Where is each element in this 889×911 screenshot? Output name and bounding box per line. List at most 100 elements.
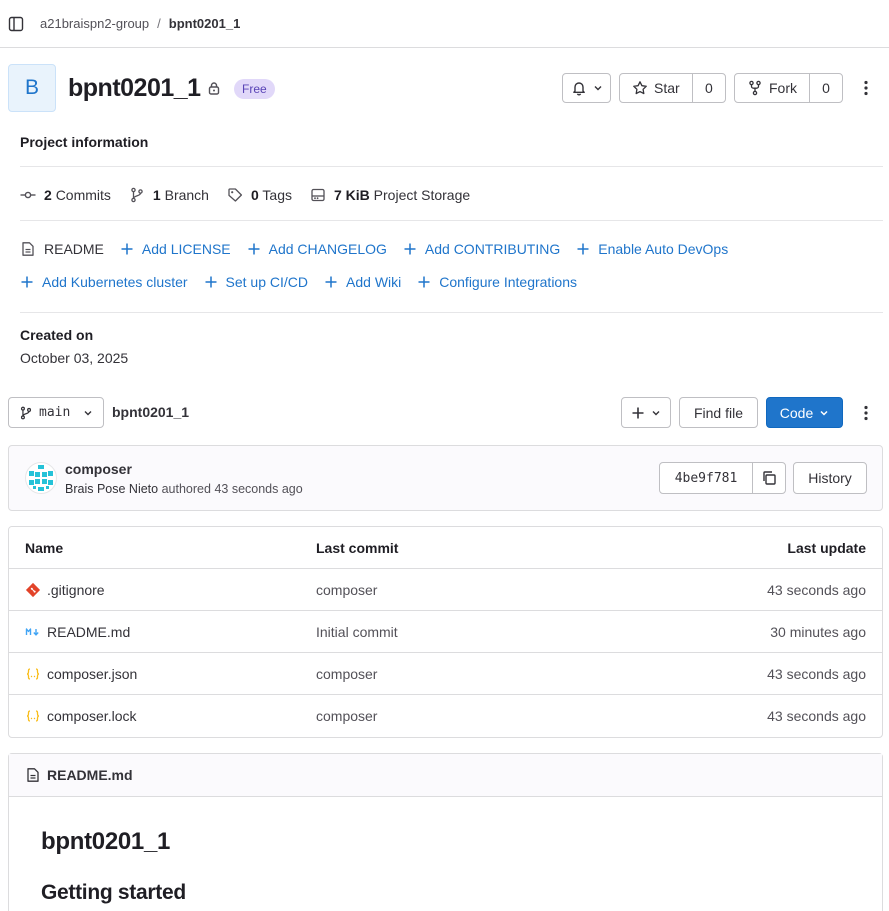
table-row[interactable]: README.md Initial commit 30 minutes ago [9,611,882,653]
add-changelog-link[interactable]: Add CHANGELOG [247,241,387,257]
divider [20,312,883,313]
table-row[interactable]: composer.json composer 43 seconds ago [9,653,882,695]
last-commit-panel: composer Brais Pose Nieto authored 43 se… [8,445,883,511]
file-last-commit-link[interactable]: composer [316,666,642,682]
add-kubernetes-label: Add Kubernetes cluster [42,274,188,290]
star-icon [632,80,648,96]
name-column-header: Name [25,539,64,556]
file-name-link[interactable]: .gitignore [47,582,105,598]
storage-label: Project Storage [373,187,471,203]
add-contributing-label: Add CONTRIBUTING [424,241,561,257]
branch-icon [19,406,33,420]
add-to-tree-button[interactable] [621,397,671,428]
enable-auto-devops-link[interactable]: Enable Auto DevOps [576,241,728,257]
plus-icon [247,242,261,256]
add-contributing-link[interactable]: Add CONTRIBUTING [403,241,560,257]
add-wiki-label: Add Wiki [346,274,402,290]
configure-integrations-label: Configure Integrations [439,274,578,290]
file-last-commit-link[interactable]: Initial commit [316,624,642,640]
notification-button[interactable] [562,73,611,103]
add-kubernetes-link[interactable]: Add Kubernetes cluster [20,274,188,290]
author-avatar[interactable] [25,462,57,494]
fork-action[interactable]: Fork [735,74,810,102]
commit-title-link[interactable]: composer [65,461,132,477]
fork-count[interactable]: 0 [810,80,842,96]
file-name-link[interactable]: composer.lock [47,708,136,724]
branches-count: 1 [152,187,161,203]
file-last-commit-link[interactable]: composer [316,708,642,724]
commit-author-link[interactable]: Brais Pose Nieto [65,482,158,496]
readme-link-label: README [44,241,104,257]
branch-selector[interactable]: main [8,397,104,428]
branch-name: main [39,405,71,420]
top-bar: a21braispn2-group / bpnt0201_1 [0,0,889,48]
breadcrumb-project-link[interactable]: bpnt0201_1 [169,16,241,32]
chevron-down-icon [819,408,829,418]
file-last-update: 43 seconds ago [767,708,866,724]
file-name-link[interactable]: composer.json [47,666,137,682]
table-row[interactable]: .gitignore composer 43 seconds ago [9,569,882,611]
star-count[interactable]: 0 [693,80,725,96]
file-table-header: Name Last commit Last update [9,527,882,569]
commits-stat[interactable]: 2 Commits [20,187,111,203]
tag-icon [227,187,243,203]
project-stats: 2 Commits 1 Branch 0 Tags 7 KiB Project … [20,187,470,203]
readme-filename-link[interactable]: README.md [47,767,133,783]
repo-more-actions-icon[interactable] [858,405,874,421]
history-button[interactable]: History [793,462,867,494]
fork-button[interactable]: Fork 0 [734,73,843,103]
git-file-icon [25,582,41,598]
code-dropdown-button[interactable]: Code [766,397,843,428]
star-button[interactable]: Star 0 [619,73,726,103]
commit-icon [20,187,36,203]
project-links-row-1: README Add LICENSE Add CHANGELOG Add CON… [20,241,728,257]
branches-stat[interactable]: 1 Branch [129,187,209,203]
project-information-title: Project information [20,134,149,150]
bell-icon [571,80,587,96]
fork-icon [747,80,763,96]
plus-icon [20,275,34,289]
repo-path-link[interactable]: bpnt0201_1 [112,404,189,420]
commit-sha-link[interactable]: 4be9f781 [660,463,753,493]
enable-auto-devops-label: Enable Auto DevOps [598,241,729,257]
project-avatar[interactable]: B [8,64,56,112]
json-icon [25,708,41,724]
divider [20,220,883,221]
storage-icon [310,187,326,203]
readme-heading-1: bpnt0201_1 [41,828,171,855]
readme-link[interactable]: README [20,241,104,257]
add-license-link[interactable]: Add LICENSE [120,241,231,257]
file-last-update: 43 seconds ago [767,665,866,682]
created-on-date: October 03, 2025 [20,350,129,366]
more-actions-icon[interactable] [858,80,874,96]
setup-cicd-label: Set up CI/CD [225,274,309,290]
file-last-commit-link[interactable]: composer [316,582,642,598]
sidebar-toggle-icon[interactable] [8,16,24,32]
table-row[interactable]: composer.lock composer 43 seconds ago [9,695,882,737]
storage-stat[interactable]: 7 KiB Project Storage [310,187,470,203]
setup-cicd-link[interactable]: Set up CI/CD [204,274,308,290]
file-name-link[interactable]: README.md [47,624,130,640]
plus-icon [204,275,218,289]
fork-label: Fork [769,80,797,96]
star-action[interactable]: Star [620,74,693,102]
tags-stat[interactable]: 0 Tags [227,187,292,203]
chevron-down-icon [651,408,661,418]
add-wiki-link[interactable]: Add Wiki [324,274,401,290]
copy-sha-button[interactable] [753,463,785,493]
readme-heading-2: Getting started [41,881,186,904]
file-icon [25,767,41,783]
configure-integrations-link[interactable]: Configure Integrations [417,274,577,290]
breadcrumb-group-link[interactable]: a21braispn2-group [40,16,149,32]
breadcrumb-separator: / [157,16,161,31]
markdown-icon [25,624,41,640]
tags-label: Tags [262,187,292,203]
commit-sha-group: 4be9f781 [659,462,786,494]
find-file-button[interactable]: Find file [679,397,758,428]
tags-count: 0 [250,187,259,203]
branches-label: Branch [164,187,209,203]
chevron-down-icon [83,408,93,418]
lock-icon [207,81,221,95]
commit-time: 43 seconds ago [214,482,303,496]
plus-icon [120,242,134,256]
